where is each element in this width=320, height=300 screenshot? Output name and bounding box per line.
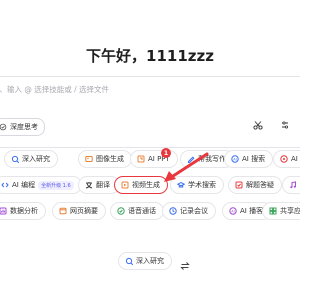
skill-chip-label: 语音通话 bbox=[128, 207, 156, 215]
page: 下午好，1111zzz 息、输入 @ 选择技能或 / 选择文件 深度思考 深入研… bbox=[0, 0, 300, 300]
greeting-title: 下午好，1111zzz bbox=[86, 47, 214, 65]
skill-chip[interactable]: 解题答疑 bbox=[228, 176, 282, 194]
deep-research-icon bbox=[125, 257, 133, 265]
skill-chip[interactable]: 深入研究 bbox=[118, 252, 172, 270]
skill-chip-label: AI 搜索 bbox=[242, 155, 266, 163]
ppt-icon bbox=[137, 155, 145, 163]
skill-chip-label: 解题答疑 bbox=[246, 181, 274, 189]
skill-chip[interactable]: 语音通话 bbox=[110, 202, 164, 220]
annotation-step-badge: 1 bbox=[161, 148, 171, 158]
meeting-icon bbox=[169, 207, 177, 215]
phone-icon bbox=[117, 207, 125, 215]
swap-icon[interactable] bbox=[180, 256, 190, 270]
skill-chip-label: 视频生成 bbox=[132, 181, 160, 189]
skill-chip[interactable]: AI 阅 bbox=[273, 150, 300, 168]
skill-chip-label: 深入研究 bbox=[22, 155, 50, 163]
video-icon bbox=[121, 181, 129, 189]
share-icon bbox=[269, 207, 277, 215]
more-options-icon[interactable] bbox=[280, 120, 290, 130]
skill-chip[interactable]: AI 编程 全新升级 1.6 bbox=[0, 176, 82, 194]
podcast-icon: AI bbox=[229, 207, 237, 215]
skill-chip-badge: 全新升级 1.6 bbox=[38, 180, 74, 190]
skill-chip[interactable]: 记录会议 bbox=[162, 202, 216, 220]
skill-chip-label: 数据分析 bbox=[10, 207, 38, 215]
solve-icon bbox=[235, 181, 243, 189]
skill-chip-label: 翻译 bbox=[96, 181, 110, 189]
chat-input-placeholder[interactable]: 息、输入 @ 选择技能或 / 选择文件 bbox=[0, 84, 109, 95]
skill-chip-label: AI 播客 bbox=[240, 207, 264, 215]
skill-chip-label: 图像生成 bbox=[96, 155, 124, 163]
data-icon bbox=[0, 207, 7, 215]
skill-chip[interactable]: AI AI 搜索 bbox=[224, 150, 274, 168]
svg-text:AI: AI bbox=[231, 209, 234, 213]
skill-chip-label: 网页摘要 bbox=[70, 207, 98, 215]
svg-text:AI: AI bbox=[233, 157, 236, 161]
skill-chip[interactable]: 音 bbox=[282, 176, 300, 194]
skill-chip-label: AI 编程 bbox=[12, 181, 36, 189]
deep-think-icon bbox=[0, 123, 7, 131]
skill-chip-label: 共享应用 bbox=[280, 207, 300, 215]
image-icon bbox=[85, 155, 93, 163]
skill-chip-label: AI 阅 bbox=[291, 155, 300, 163]
code-icon bbox=[1, 181, 9, 189]
deep-research-icon bbox=[11, 155, 19, 163]
skill-chip[interactable]: 共享应用 bbox=[262, 202, 300, 220]
deep-think-label: 深度思考 bbox=[10, 123, 38, 131]
skill-chip[interactable]: 深入研究 bbox=[4, 150, 58, 168]
read-icon bbox=[280, 155, 288, 163]
deep-think-toggle[interactable]: 深度思考 bbox=[0, 118, 45, 136]
scissors-icon[interactable] bbox=[253, 120, 263, 130]
skill-chip[interactable]: 图像生成 bbox=[78, 150, 132, 168]
translate-icon bbox=[85, 181, 93, 189]
music-icon bbox=[289, 181, 297, 189]
webpage-icon bbox=[59, 207, 67, 215]
skill-chip-label: 记录会议 bbox=[180, 207, 208, 215]
skill-chip-label: 深入研究 bbox=[136, 257, 164, 265]
search-icon: AI bbox=[231, 155, 239, 163]
skill-chip[interactable]: 数据分析 bbox=[0, 202, 46, 220]
skill-chip[interactable]: 网页摘要 bbox=[52, 202, 106, 220]
